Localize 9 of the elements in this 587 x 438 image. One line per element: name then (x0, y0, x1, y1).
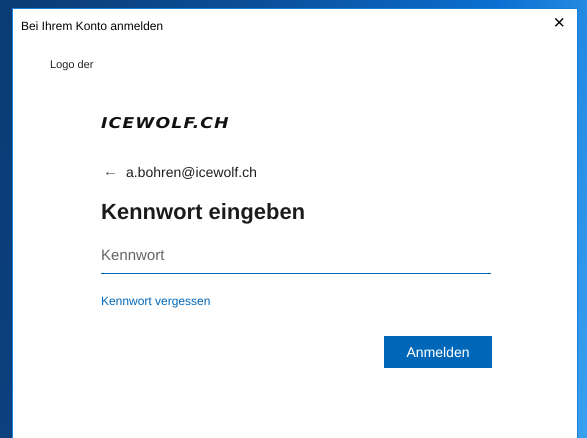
logo: ICEWOLF.CH (101, 116, 230, 130)
forgot-password-link[interactable]: Kennwort vergessen (101, 292, 210, 310)
close-button[interactable]: × (549, 13, 569, 33)
sign-in-button[interactable]: Anmelden (384, 336, 492, 368)
account-email: a.bohren@icewolf.ch (126, 162, 257, 182)
logo-alt-text: Logo der (50, 58, 94, 73)
page-heading: Kennwort eingeben (101, 198, 306, 225)
window-title: Bei Ihrem Konto anmelden (21, 18, 164, 35)
back-button[interactable]: ← (101, 164, 120, 180)
